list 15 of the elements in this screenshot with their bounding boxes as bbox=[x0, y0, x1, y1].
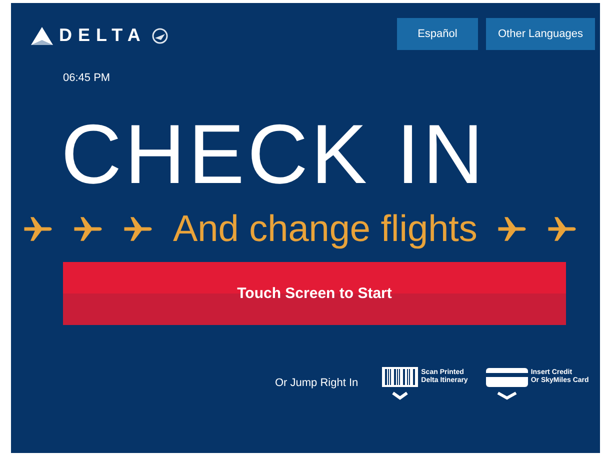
logo-wordmark: DELTA bbox=[59, 25, 146, 46]
language-button[interactable]: Español bbox=[396, 18, 478, 50]
triangle-logo-icon bbox=[31, 26, 53, 44]
airplane-icon bbox=[547, 214, 578, 244]
jump-label: Or Jump Right In bbox=[275, 377, 358, 389]
airplane-icon bbox=[497, 214, 528, 244]
globe-icon bbox=[152, 28, 168, 44]
start-button[interactable]: Touch Screen to Start bbox=[63, 262, 566, 325]
subheadline: And change flights bbox=[173, 208, 478, 250]
airplane-icon bbox=[23, 214, 53, 244]
clock-time: 06:45 PM bbox=[63, 72, 110, 84]
language-button[interactable]: Other Languages bbox=[486, 18, 595, 50]
airplane-icon bbox=[73, 214, 103, 244]
airplane-icon bbox=[123, 214, 153, 244]
headline: CHECK IN bbox=[61, 112, 486, 196]
